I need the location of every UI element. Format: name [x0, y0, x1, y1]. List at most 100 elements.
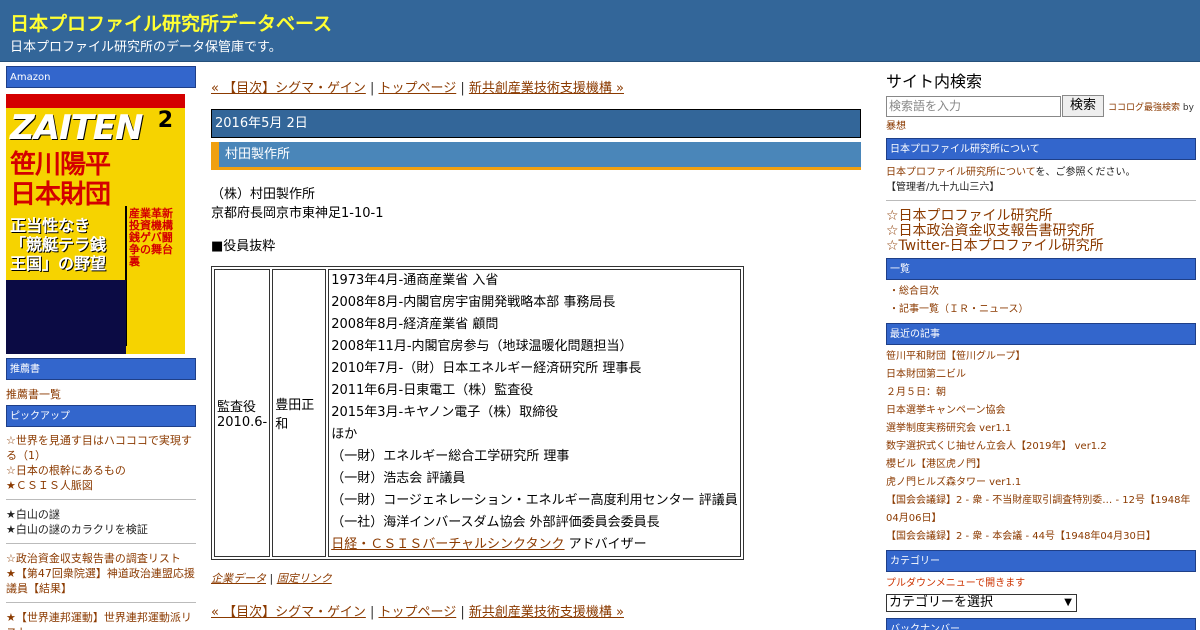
csis-think-tank-link[interactable]: 日経・ＣＳＩＳバーチャルシンクタンク: [331, 537, 564, 552]
recent-heading: 最近の記事: [886, 323, 1196, 345]
external-link[interactable]: ☆Twitter-日本プロファイル研究所: [886, 239, 1196, 254]
officer-name: 豊田正和: [275, 398, 315, 432]
company-address: 京都府長岡京市東神足1-10-1: [211, 206, 384, 221]
about-heading: 日本プロファイル研究所について: [886, 138, 1196, 160]
table-row: 監査役 2010.6- 豊田正和 1973年4月-通商産業省 入省 2008年8月…: [214, 269, 741, 557]
pickup-item: ★【世界連邦運動】世界連邦運動派リスト: [6, 610, 196, 630]
nav-separator: |: [456, 605, 469, 620]
officer-career-cell: 1973年4月-通商産業省 入省 2008年8月-内閣官房宇宙開発戦略本部 事務局…: [328, 269, 741, 557]
about-text: 日本プロファイル研究所についてを、ご参照ください。 【管理者/九十九山三六】: [886, 165, 1196, 195]
right-sidebar: サイト内検索 検索語を入力 検索 ココログ最強検索 by 暴想 日本プロファイル…: [886, 68, 1196, 630]
company-name: （株）村田製作所: [211, 187, 316, 202]
index-list-item[interactable]: ・総合目次: [889, 283, 1196, 301]
recent-entry-link[interactable]: ２月５日：朝: [886, 384, 1196, 402]
recent-entry-link[interactable]: 日本財団第二ビル: [886, 366, 1196, 384]
site-title[interactable]: 日本プロファイル研究所データベース: [10, 9, 332, 36]
recent-entry-link[interactable]: 選挙制度実務研究会 ver1.1: [886, 420, 1196, 438]
pickup-link[interactable]: ☆世界を見通す目はハコココで実現する（1）: [6, 434, 192, 462]
pickup-item: ☆日本の根幹にあるもの: [6, 463, 196, 478]
next-entry-link[interactable]: 新共創産業技術支援機構 »: [469, 605, 624, 620]
pickup-link[interactable]: ★【世界連邦運動】世界連邦運動派リスト: [6, 611, 192, 630]
category-select-value: カテゴリーを選択: [889, 595, 994, 610]
magazine-bottom-panel: [6, 280, 126, 354]
career-line: （一財）コージェネレーション・エネルギー高度利用センター 評議員: [331, 493, 738, 508]
career-line: （一社）海洋インバースダム協会 外部評価委員会委員長: [331, 515, 660, 530]
external-link[interactable]: ☆日本プロファイル研究所: [886, 209, 1196, 224]
career-line: ほか: [331, 427, 358, 442]
entry-navigation-bottom: « 【目次】シグマ・ゲイン | トップページ | 新共創産業技術支援機構 »: [211, 602, 861, 624]
pickup-divider: [6, 602, 196, 603]
career-line: 2010年7月-（財）日本エネルギー経済研究所 理事長: [331, 361, 642, 376]
career-line: 2008年8月-経済産業省 顧問: [331, 317, 499, 332]
recent-entry-link[interactable]: 【国会会議録】2 - 衆 - 本会議 - 44号【1948年04月30日】: [886, 528, 1196, 546]
officer-position-cell: 監査役 2010.6-: [214, 269, 271, 557]
pickup-item: ★白山の謎のカラクリを検証: [6, 522, 196, 537]
nav-separator: |: [365, 605, 379, 620]
site-search-title: サイト内検索: [886, 72, 983, 91]
left-sidebar: Amazon ZAITEN 2 笹川陽平 日本財団 正当性なき「競艇テラ銭王国」…: [6, 66, 196, 630]
pickup-link[interactable]: ★【第47回衆院選】神道政治連盟応援議員【結果】: [6, 567, 195, 595]
recent-entry-link[interactable]: 笹川平和財団【笹川グループ】: [886, 348, 1196, 366]
magazine-cover-image[interactable]: ZAITEN 2 笹川陽平 日本財団 正当性なき「競艇テラ銭王国」の野望 産業革…: [6, 94, 185, 354]
recent-entry-link[interactable]: 【国会会議録】2 - 衆 - 不当財産取引調査特別委… - 12号【1948年0…: [886, 492, 1196, 528]
recent-entry-link[interactable]: 数字選択式くじ抽せん立会人【2019年】 ver1.2: [886, 438, 1196, 456]
external-links: ☆日本プロファイル研究所 ☆日本政治資金収支報告書研究所 ☆Twitter-日本プロ…: [886, 200, 1196, 254]
career-line: 2011年6月-日東電工（株）監査役: [331, 383, 534, 398]
recommended-heading: 推薦書: [6, 358, 196, 380]
officer-position: 監査役: [217, 400, 257, 415]
search-author-row: 暴想: [886, 119, 1196, 134]
list-heading: 一覧: [886, 258, 1196, 280]
recent-entry-link[interactable]: 櫻ビル【港区虎ノ門】: [886, 456, 1196, 474]
recent-entry-link[interactable]: 虎ノ門ヒルズ森タワー ver1.1: [886, 474, 1196, 492]
search-button[interactable]: 検索: [1062, 95, 1104, 117]
backnumber-heading: バックナンバー: [886, 618, 1196, 630]
search-author-link[interactable]: 暴想: [886, 121, 906, 132]
entry-navigation-top: « 【目次】シグマ・ゲイン | トップページ | 新共創産業技術支援機構 »: [211, 78, 861, 100]
pickup-link[interactable]: ★白山の謎: [6, 508, 60, 521]
entry-title: 村田製作所: [211, 142, 861, 170]
pickup-link[interactable]: ★ＣＳＩＳ人脈図: [6, 479, 93, 492]
pickup-link[interactable]: ☆日本の根幹にあるもの: [6, 464, 126, 477]
site-description: 日本プロファイル研究所のデータ保管庫です。: [10, 40, 282, 55]
career-line: （一財）浩志会 評議員: [331, 471, 466, 486]
magazine-issue: 2: [157, 108, 173, 133]
officer-since: 2010.6-: [217, 415, 268, 430]
search-form: 検索語を入力 検索 ココログ最強検索 by: [886, 95, 1196, 117]
category-select[interactable]: カテゴリーを選択 ▼: [886, 594, 1077, 612]
prev-entry-link[interactable]: « 【目次】シグマ・ゲイン: [211, 605, 366, 620]
pickup-heading: ピックアップ: [6, 405, 196, 427]
career-line: 2008年11月-内閣官房参与（地球温暖化問題担当）: [331, 339, 633, 354]
chevron-down-icon: ▼: [1064, 597, 1072, 608]
about-suffix: を、ご参照ください。: [1035, 167, 1136, 178]
permalink-link[interactable]: 固定リンク: [277, 572, 332, 585]
cocolog-search-link[interactable]: ココログ最強検索: [1108, 103, 1180, 113]
about-link[interactable]: 日本プロファイル研究所について: [886, 167, 1036, 178]
roles-heading: ■役員抜粋: [211, 239, 276, 254]
index-list: ・総合目次 ・記事一覧（ＩＲ・ニュース）: [886, 283, 1196, 319]
career-line: 1973年4月-通商産業省 入省: [331, 273, 499, 288]
index-list-item[interactable]: ・記事一覧（ＩＲ・ニュース）: [889, 301, 1196, 319]
career-line: （一財）エネルギー総合工学研究所 理事: [331, 449, 570, 464]
company-info: （株）村田製作所 京都府長岡京市東神足1-10-1: [211, 185, 861, 223]
top-page-link[interactable]: トップページ: [378, 605, 456, 620]
career-line: 2015年3月-キヤノン電子（株）取締役: [331, 405, 559, 420]
career-suffix: アドバイザー: [564, 537, 647, 552]
pickup-link[interactable]: ☆政治資金収支報告書の調査リスト: [6, 552, 181, 565]
top-page-link[interactable]: トップページ: [378, 81, 456, 96]
recommended-list: 推薦書一覧: [6, 387, 196, 402]
category-link[interactable]: 企業データ: [211, 572, 266, 585]
pickup-item: ★白山の謎: [6, 507, 196, 522]
pickup-item: ☆世界を見通す目はハコココで実現する（1）: [6, 433, 196, 463]
recent-entry-link[interactable]: 日本選挙キャンペーン協会: [886, 402, 1196, 420]
pickup-item: ★ＣＳＩＳ人脈図: [6, 478, 196, 493]
external-link[interactable]: ☆日本政治資金収支報告書研究所: [886, 224, 1196, 239]
main-content: « 【目次】シグマ・ゲイン | トップページ | 新共創産業技術支援機構 » 2…: [211, 78, 861, 630]
category-heading: カテゴリー: [886, 550, 1196, 572]
search-input[interactable]: 検索語を入力: [886, 95, 1061, 117]
next-entry-link[interactable]: 新共創産業技術支援機構 »: [469, 81, 624, 96]
nav-separator: |: [365, 81, 379, 96]
prev-entry-link[interactable]: « 【目次】シグマ・ゲイン: [211, 81, 366, 96]
date-header: 2016年5月 2日: [211, 109, 861, 138]
recommended-list-link[interactable]: 推薦書一覧: [6, 388, 61, 401]
pickup-link[interactable]: ★白山の謎のカラクリを検証: [6, 523, 148, 536]
